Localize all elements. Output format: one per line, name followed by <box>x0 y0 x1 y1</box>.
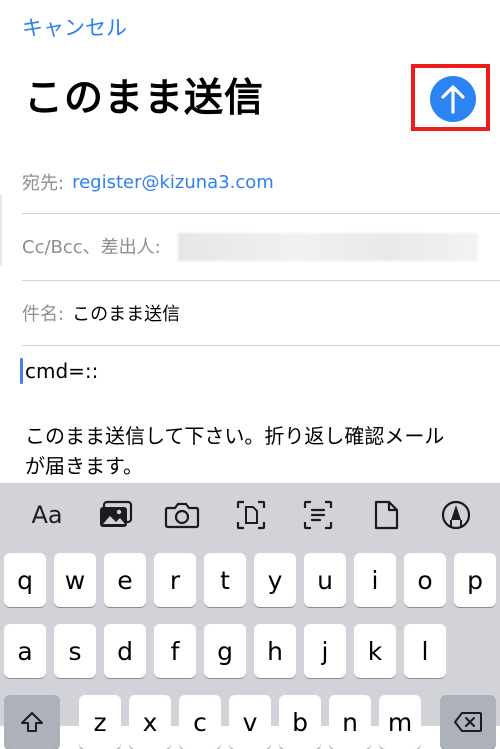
key-g[interactable]: g <box>204 624 246 678</box>
key-l[interactable]: l <box>404 624 446 678</box>
key-c[interactable]: c <box>179 695 221 749</box>
key-r[interactable]: r <box>154 553 196 607</box>
camera-button[interactable] <box>162 497 202 533</box>
keyboard-toolbar: Aa <box>0 483 500 547</box>
key-s[interactable]: s <box>54 624 96 678</box>
send-button[interactable] <box>430 76 476 122</box>
subject-value[interactable]: このまま送信 <box>72 300 180 326</box>
key-k[interactable]: k <box>354 624 396 678</box>
text-cursor <box>20 358 23 384</box>
divider <box>22 280 500 281</box>
divider <box>22 213 500 214</box>
to-field[interactable]: 宛先: register@kizuna3.com <box>22 152 500 212</box>
to-recipient[interactable]: register@kizuna3.com <box>72 172 274 193</box>
key-u[interactable]: u <box>304 553 346 607</box>
key-h[interactable]: h <box>254 624 296 678</box>
key-b[interactable]: b <box>279 695 321 749</box>
format-button[interactable]: Aa <box>27 497 67 533</box>
keyboard: Aa q w e r t y u i o p a s d f g h j k l… <box>0 483 500 749</box>
key-v[interactable]: v <box>229 695 271 749</box>
format-label: Aa <box>31 501 63 529</box>
delete-icon <box>454 712 482 732</box>
key-a[interactable]: a <box>4 624 46 678</box>
to-label: 宛先: <box>22 173 65 194</box>
subject-field[interactable]: 件名: このまま送信 <box>22 283 500 343</box>
divider <box>22 345 500 346</box>
redacted-sender <box>178 233 478 261</box>
page-title: このまま送信 <box>24 76 265 121</box>
scan-text-button[interactable] <box>298 497 338 533</box>
document-icon <box>374 500 399 530</box>
ccbcc-label: Cc/Bcc、差出人: <box>22 237 161 258</box>
key-m[interactable]: m <box>379 695 421 749</box>
key-p[interactable]: p <box>454 553 496 607</box>
arrow-up-icon <box>441 85 465 114</box>
key-q[interactable]: q <box>4 553 46 607</box>
photo-library-button[interactable] <box>96 497 136 533</box>
markup-icon <box>441 500 471 530</box>
key-d[interactable]: d <box>104 624 146 678</box>
body-text-line[interactable]: このまま送信して下さい。折り返し確認メール <box>25 421 444 451</box>
photo-library-icon <box>100 500 133 527</box>
key-o[interactable]: o <box>404 553 446 607</box>
key-z[interactable]: z <box>79 695 121 749</box>
camera-icon <box>164 502 200 529</box>
scan-text-icon <box>303 500 333 530</box>
scan-document-icon <box>236 500 266 530</box>
scan-document-button[interactable] <box>231 497 271 533</box>
document-button[interactable] <box>366 497 406 533</box>
key-x[interactable]: x <box>129 695 171 749</box>
shift-icon <box>21 712 43 732</box>
shift-key[interactable] <box>4 695 60 749</box>
body-text-line[interactable]: が届きます。 <box>25 451 143 481</box>
subject-label: 件名: <box>22 304 65 325</box>
key-j[interactable]: j <box>304 624 346 678</box>
key-n[interactable]: n <box>329 695 371 749</box>
key-t[interactable]: t <box>204 553 246 607</box>
left-edge-shadow <box>0 195 2 265</box>
cancel-button[interactable]: キャンセル <box>22 14 127 42</box>
key-i[interactable]: i <box>354 553 396 607</box>
body-text-line[interactable]: cmd=:: <box>25 356 98 386</box>
delete-key[interactable] <box>440 695 496 749</box>
key-y[interactable]: y <box>254 553 296 607</box>
key-f[interactable]: f <box>154 624 196 678</box>
key-w[interactable]: w <box>54 553 96 607</box>
markup-button[interactable] <box>436 497 476 533</box>
key-e[interactable]: e <box>104 553 146 607</box>
